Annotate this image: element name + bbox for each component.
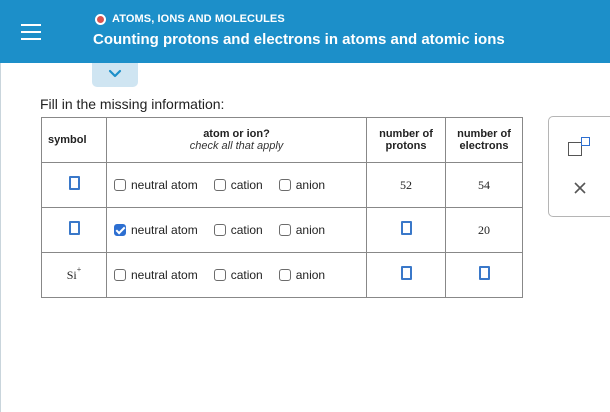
option-anion[interactable]: anion — [278, 268, 326, 282]
electrons-cell: 20 — [445, 207, 523, 253]
close-icon[interactable] — [573, 181, 587, 195]
option-anion[interactable]: anion — [278, 178, 326, 192]
anion-checkbox[interactable] — [278, 179, 291, 191]
header-protons-line1: number of — [379, 128, 433, 140]
option-anion[interactable]: anion — [278, 223, 326, 237]
option-neutral-atom[interactable]: neutral atom — [114, 268, 198, 282]
anion-checkbox[interactable] — [278, 224, 291, 236]
neutral-atom-label: neutral atom — [131, 268, 198, 282]
element-symbol: Si+ — [66, 265, 82, 282]
question-table: symbol atom or ion? check all that apply… — [41, 117, 523, 298]
electrons-answer-blank[interactable] — [478, 265, 490, 280]
option-cation[interactable]: cation — [213, 178, 263, 192]
table-row: neutral atom cation anion 20 — [41, 207, 523, 253]
option-neutral-atom[interactable]: neutral atom — [114, 178, 198, 192]
cation-label: cation — [230, 223, 263, 237]
neutral-atom-checkbox[interactable] — [114, 179, 126, 191]
protons-cell — [366, 207, 446, 253]
neutral-atom-label: neutral atom — [131, 178, 198, 192]
header-electrons-line1: number of — [457, 128, 511, 140]
protons-answer-blank[interactable] — [400, 265, 412, 280]
symbol-cell — [41, 162, 107, 208]
header-electrons-line2: electrons — [459, 140, 509, 152]
neutral-atom-checkbox[interactable] — [114, 269, 126, 281]
page-title: Counting protons and electrons in atoms … — [93, 31, 505, 48]
protons-value: 52 — [400, 178, 412, 192]
electrons-value: 20 — [478, 223, 490, 237]
header-protons: number of protons — [366, 117, 446, 163]
anion-label: anion — [295, 223, 326, 237]
table-header-row: symbol atom or ion? check all that apply… — [41, 117, 523, 163]
symbol-answer-blank[interactable] — [68, 175, 80, 190]
electrons-value: 54 — [478, 178, 490, 192]
symbol-answer-blank[interactable] — [68, 220, 80, 235]
option-neutral-atom[interactable]: neutral atom — [114, 223, 198, 237]
instructions-text: Fill in the missing information: — [40, 96, 225, 112]
protons-answer-blank[interactable] — [400, 220, 412, 235]
neutral-atom-label: neutral atom — [131, 223, 198, 237]
ion-charge: + — [76, 265, 82, 274]
electrons-cell — [445, 252, 523, 298]
header-protons-line2: protons — [385, 140, 427, 152]
atom-or-ion-cell: neutral atom cation anion — [106, 252, 367, 298]
left-divider — [0, 63, 1, 412]
neutral-atom-checkbox-checked[interactable] — [114, 224, 126, 236]
header-symbol: symbol — [41, 117, 107, 163]
cation-checkbox[interactable] — [213, 224, 226, 236]
atom-or-ion-cell: neutral atom cation anion — [106, 162, 367, 208]
topic-status-dot — [95, 14, 106, 25]
anion-checkbox[interactable] — [278, 269, 291, 281]
atom-or-ion-cell: neutral atom cation anion — [106, 207, 367, 253]
header-atom-or-ion-label: atom or ion? — [203, 128, 270, 140]
table-row: Si+ neutral atom cation anion — [41, 252, 523, 298]
cation-checkbox[interactable] — [213, 179, 226, 191]
header-electrons: number of electrons — [445, 117, 523, 163]
cation-checkbox[interactable] — [213, 269, 226, 281]
element-symbol-text: Si — [66, 268, 77, 282]
app-header: ATOMS, IONS AND MOLECULES Counting proto… — [0, 0, 610, 63]
symbol-cell: Si+ — [41, 252, 107, 298]
protons-cell: 52 — [366, 162, 446, 208]
cation-label: cation — [230, 178, 263, 192]
option-cation[interactable]: cation — [213, 223, 263, 237]
header-atom-or-ion-hint: check all that apply — [189, 140, 284, 152]
option-cation[interactable]: cation — [213, 268, 263, 282]
header-atom-or-ion: atom or ion? check all that apply — [106, 117, 367, 163]
topic-label: ATOMS, IONS AND MOLECULES — [112, 13, 285, 25]
answer-tools-panel — [548, 116, 610, 217]
symbol-cell — [41, 207, 107, 253]
protons-cell — [366, 252, 446, 298]
table-row: neutral atom cation anion 52 54 — [41, 162, 523, 208]
anion-label: anion — [295, 178, 326, 192]
collapse-header-button[interactable] — [92, 63, 138, 87]
hamburger-menu-icon[interactable] — [14, 19, 48, 45]
chevron-down-icon — [108, 69, 122, 78]
anion-label: anion — [295, 268, 326, 282]
cation-label: cation — [230, 268, 263, 282]
electrons-cell: 54 — [445, 162, 523, 208]
